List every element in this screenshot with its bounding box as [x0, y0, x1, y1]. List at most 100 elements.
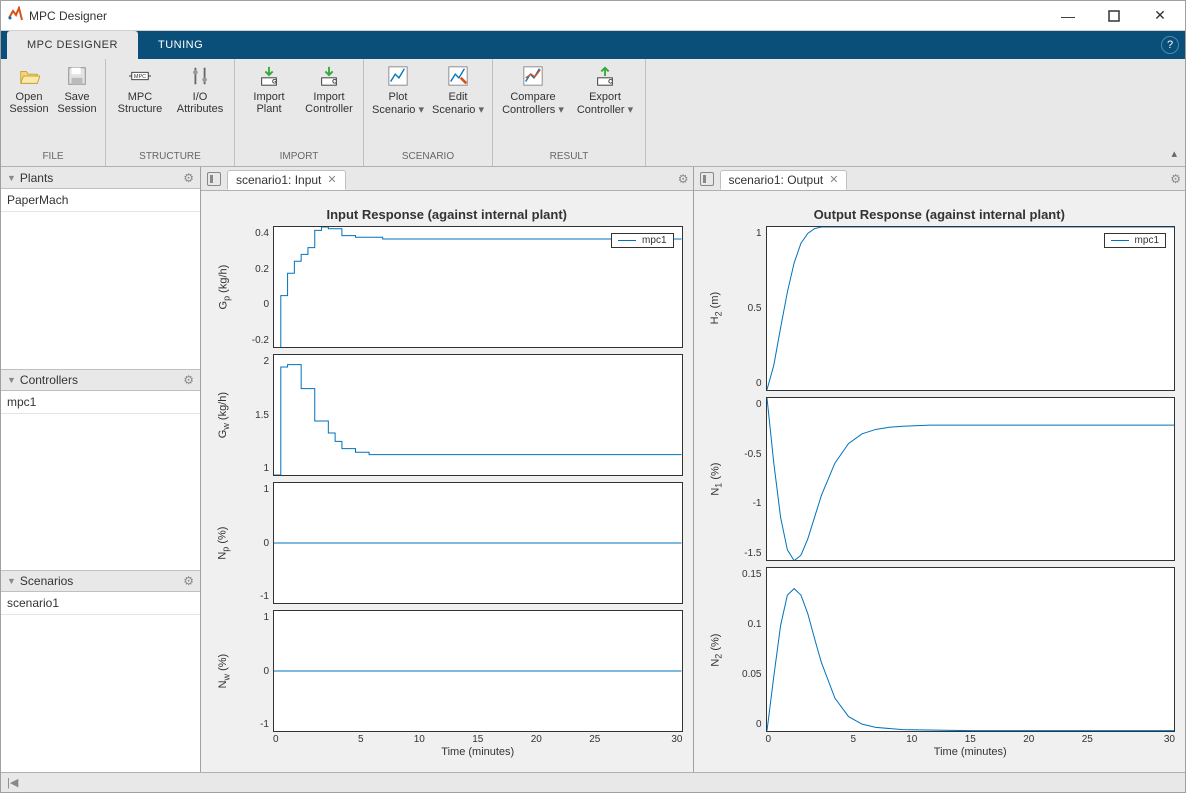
import-plant-button[interactable]: G Import Plant — [239, 65, 299, 115]
plants-header[interactable]: ▼ Plants ⚙ — [1, 167, 200, 189]
compare-controllers-button[interactable]: Compare Controllers — [497, 65, 569, 116]
scenarios-header[interactable]: ▼ Scenarios ⚙ — [1, 570, 200, 592]
tab-tuning[interactable]: TUNING — [138, 31, 223, 59]
plot-box[interactable] — [273, 482, 683, 604]
x-axis-ticks: 051015202530 — [273, 732, 683, 745]
toolstrip-group-result: Compare Controllers C Export Controller … — [493, 59, 646, 166]
chart-title: Input Response (against internal plant) — [211, 201, 683, 226]
y-axis-ticks: 0.150.10.050 — [730, 567, 766, 732]
svg-text:C: C — [608, 78, 613, 85]
plot-box[interactable] — [766, 397, 1176, 562]
help-button[interactable]: ? — [1161, 36, 1179, 54]
export-controller-button[interactable]: C Export Controller — [569, 65, 641, 116]
plot-box[interactable]: mpc1 — [273, 226, 683, 348]
titlebar[interactable]: MPC Designer — ✕ — [1, 1, 1185, 31]
gear-icon[interactable]: ⚙ — [678, 172, 689, 186]
caret-down-icon: ▼ — [7, 576, 16, 586]
list-item[interactable]: scenario1 — [1, 592, 200, 615]
sidebar: ▼ Plants ⚙ PaperMach ▼ Controllers ⚙ mpc… — [1, 167, 201, 772]
y-axis-ticks: 0.40.20-0.2 — [237, 226, 273, 348]
list-item[interactable]: mpc1 — [1, 391, 200, 414]
list-item[interactable]: PaperMach — [1, 189, 200, 212]
y-axis-label: Np (%) — [211, 482, 237, 604]
close-button[interactable]: ✕ — [1137, 1, 1183, 31]
y-axis-ticks: 21.51 — [237, 354, 273, 476]
open-session-button[interactable]: Open Session — [5, 65, 53, 115]
window-title: MPC Designer — [29, 9, 1045, 23]
chart: N1 (%)0-0.5-1-1.5 — [704, 397, 1176, 562]
svg-text:MPC: MPC — [134, 74, 146, 80]
rewind-icon[interactable]: |◀ — [7, 776, 18, 789]
chart: Np (%)10-1 — [211, 482, 683, 604]
edit-scenario-button[interactable]: Edit Scenario — [428, 65, 488, 116]
toolstrip: Open Session Save Session FILE MPC MPC S… — [1, 59, 1185, 167]
toolstrip-group-import: G Import Plant C Import Controller IMPOR… — [235, 59, 364, 166]
chart-title: Output Response (against internal plant) — [704, 201, 1176, 226]
maximize-button[interactable] — [1091, 1, 1137, 31]
save-session-button[interactable]: Save Session — [53, 65, 101, 115]
import-controller-button[interactable]: C Import Controller — [299, 65, 359, 115]
toolstrip-group-file: Open Session Save Session FILE — [1, 59, 106, 166]
controllers-panel: ▼ Controllers ⚙ mpc1 — [1, 369, 200, 571]
output-plot-tab[interactable]: scenario1: Output ✕ — [720, 170, 848, 190]
y-axis-ticks: 10.50 — [730, 226, 766, 391]
plants-panel: ▼ Plants ⚙ PaperMach — [1, 167, 200, 369]
controllers-header[interactable]: ▼ Controllers ⚙ — [1, 369, 200, 391]
y-axis-ticks: 0-0.5-1-1.5 — [730, 397, 766, 562]
chart: Gw (kg/h)21.51 — [211, 354, 683, 476]
collapse-toolstrip-icon[interactable]: ▴ — [1171, 147, 1177, 160]
tab-close-icon[interactable]: ✕ — [327, 173, 336, 186]
plot-box[interactable] — [273, 354, 683, 476]
y-axis-ticks: 10-1 — [237, 482, 273, 604]
output-plot-pane: scenario1: Output ✕ ⚙ Output Response (a… — [694, 167, 1186, 772]
chart: Nw (%)10-1 — [211, 610, 683, 732]
mpc-structure-button[interactable]: MPC MPC Structure — [110, 65, 170, 115]
minimize-button[interactable]: — — [1045, 1, 1091, 31]
plot-box[interactable] — [273, 610, 683, 732]
dock-layout-icon[interactable] — [207, 172, 221, 186]
tab-mpc-designer[interactable]: MPC DESIGNER — [7, 31, 138, 59]
chart: H2 (m)10.50 mpc1 — [704, 226, 1176, 391]
y-axis-ticks: 10-1 — [237, 610, 273, 732]
x-axis-label: Time (minutes) — [273, 745, 683, 762]
y-axis-label: Gw (kg/h) — [211, 354, 237, 476]
toolstrip-group-structure: MPC MPC Structure I/O Attributes STRUCTU… — [106, 59, 235, 166]
plots-area: scenario1: Input ✕ ⚙ Input Response (aga… — [201, 167, 1185, 772]
svg-text:C: C — [332, 78, 337, 85]
output-plot-area[interactable]: Output Response (against internal plant)… — [694, 191, 1186, 772]
y-axis-label: N1 (%) — [704, 397, 730, 562]
statusbar: |◀ — [1, 772, 1185, 792]
svg-text:G: G — [272, 78, 277, 85]
y-axis-label: H2 (m) — [704, 226, 730, 391]
caret-down-icon: ▼ — [7, 375, 16, 385]
tab-close-icon[interactable]: ✕ — [829, 173, 838, 186]
input-plot-tab[interactable]: scenario1: Input ✕ — [227, 170, 346, 190]
x-axis-label: Time (minutes) — [766, 745, 1176, 762]
toolstrip-group-scenario: Plot Scenario Edit Scenario SCENARIO — [364, 59, 493, 166]
input-plot-area[interactable]: Input Response (against internal plant) … — [201, 191, 693, 772]
gear-icon[interactable]: ⚙ — [183, 171, 194, 185]
legend: mpc1 — [1104, 233, 1166, 248]
dock-layout-icon[interactable] — [700, 172, 714, 186]
plot-box[interactable]: mpc1 — [766, 226, 1176, 391]
input-plot-pane: scenario1: Input ✕ ⚙ Input Response (aga… — [201, 167, 694, 772]
scenarios-panel: ▼ Scenarios ⚙ scenario1 — [1, 570, 200, 772]
caret-down-icon: ▼ — [7, 173, 16, 183]
gear-icon[interactable]: ⚙ — [1170, 172, 1181, 186]
toolstrip-tabs: MPC DESIGNER TUNING ? — [1, 31, 1185, 59]
legend: mpc1 — [611, 233, 673, 248]
gear-icon[interactable]: ⚙ — [183, 373, 194, 387]
output-plot-tabbar: scenario1: Output ✕ ⚙ — [694, 167, 1186, 191]
io-attributes-button[interactable]: I/O Attributes — [170, 65, 230, 115]
plot-scenario-button[interactable]: Plot Scenario — [368, 65, 428, 116]
input-plot-tabbar: scenario1: Input ✕ ⚙ — [201, 167, 693, 191]
plot-box[interactable] — [766, 567, 1176, 732]
chart: Gp (kg/h)0.40.20-0.2mpc1 — [211, 226, 683, 348]
y-axis-label: Nw (%) — [211, 610, 237, 732]
gear-icon[interactable]: ⚙ — [183, 574, 194, 588]
chart: N2 (%)0.150.10.050 — [704, 567, 1176, 732]
matlab-icon — [7, 6, 23, 25]
x-axis-ticks: 051015202530 — [766, 732, 1176, 745]
y-axis-label: N2 (%) — [704, 567, 730, 732]
main-content: ▼ Plants ⚙ PaperMach ▼ Controllers ⚙ mpc… — [1, 167, 1185, 772]
